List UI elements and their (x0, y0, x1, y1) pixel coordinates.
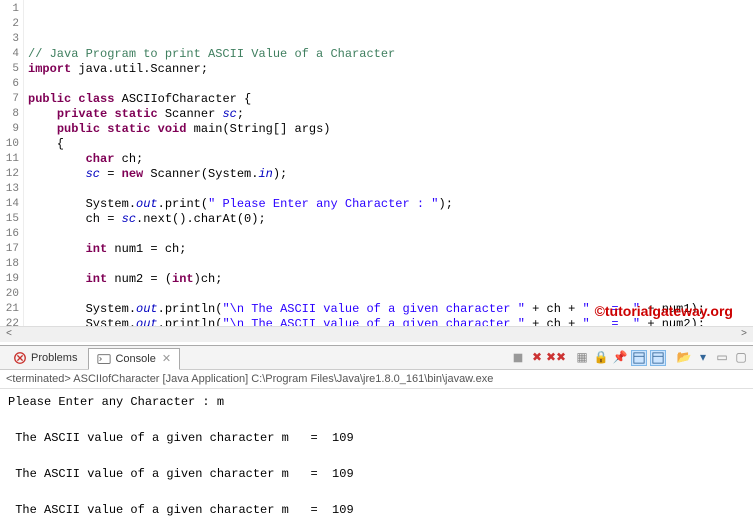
problems-icon (13, 351, 27, 365)
code-line[interactable]: // Java Program to print ASCII Value of … (28, 47, 749, 62)
tab-problems[interactable]: Problems (4, 347, 86, 369)
line-number: 22 (2, 317, 19, 326)
clear-console-button[interactable]: ▦ (574, 350, 590, 366)
line-number: 13 (2, 182, 19, 197)
close-tab-icon[interactable]: ✕ (162, 352, 171, 365)
remove-all-button[interactable]: ✖✖ (548, 350, 564, 366)
line-number: 17 (2, 242, 19, 257)
console-icon (97, 352, 111, 366)
maximize-button[interactable]: ▢ (733, 350, 749, 366)
code-line[interactable]: System.out.println("\n The ASCII value o… (28, 317, 749, 326)
line-number: 9 (2, 122, 19, 137)
show-console-error-button[interactable] (650, 350, 666, 366)
pin-console-button[interactable]: 📌 (612, 350, 628, 366)
line-number: 15 (2, 212, 19, 227)
code-line[interactable] (28, 257, 749, 272)
scroll-lock-button[interactable]: 🔒 (593, 350, 609, 366)
line-number: 5 (2, 62, 19, 77)
code-area[interactable]: 12345678910111213141516171819202122 // J… (0, 0, 753, 326)
terminated-status: <terminated> ASCIIofCharacter [Java Appl… (0, 370, 753, 389)
code-line[interactable] (28, 77, 749, 92)
code-line[interactable]: sc = new Scanner(System.in); (28, 167, 749, 182)
minimize-button[interactable]: ▭ (714, 350, 730, 366)
line-number: 2 (2, 17, 19, 32)
line-number: 3 (2, 32, 19, 47)
code-line[interactable]: System.out.println("\n The ASCII value o… (28, 302, 749, 317)
line-number: 11 (2, 152, 19, 167)
line-number: 14 (2, 197, 19, 212)
open-console-button[interactable]: 📂 (676, 350, 692, 366)
code-line[interactable] (28, 227, 749, 242)
line-number: 8 (2, 107, 19, 122)
tab-console[interactable]: Console ✕ (88, 348, 180, 370)
code-line[interactable] (28, 182, 749, 197)
code-line[interactable]: int num2 = (int)ch; (28, 272, 749, 287)
display-selected-button[interactable]: ▾ (695, 350, 711, 366)
line-number: 4 (2, 47, 19, 62)
show-console-output-button[interactable] (631, 350, 647, 366)
line-number: 16 (2, 227, 19, 242)
line-number: 21 (2, 302, 19, 317)
code-line[interactable]: int num1 = ch; (28, 242, 749, 257)
code-editor-pane: 12345678910111213141516171819202122 // J… (0, 0, 753, 345)
line-number: 19 (2, 272, 19, 287)
bottom-panel: Problems Console ✕ ✖ ✖✖ ▦ 🔒 📌 📂 ▾ ▭ ▢ <t… (0, 345, 753, 509)
tab-console-label: Console (115, 353, 155, 365)
line-number: 6 (2, 77, 19, 92)
code-line[interactable]: { (28, 137, 749, 152)
line-number: 10 (2, 137, 19, 152)
console-output[interactable]: Please Enter any Character : m The ASCII… (0, 389, 753, 523)
scroll-left-icon[interactable]: < (6, 329, 12, 340)
code-line[interactable] (28, 287, 749, 302)
terminate-button[interactable] (510, 350, 526, 366)
console-toolbar: ✖ ✖✖ ▦ 🔒 📌 📂 ▾ ▭ ▢ (510, 350, 749, 366)
code-line[interactable]: import java.util.Scanner; (28, 62, 749, 77)
line-number: 12 (2, 167, 19, 182)
line-number: 20 (2, 287, 19, 302)
code-line[interactable]: public class ASCIIofCharacter { (28, 92, 749, 107)
line-number: 7 (2, 92, 19, 107)
horizontal-scrollbar[interactable]: < > (0, 326, 753, 342)
code-line[interactable]: ch = sc.next().charAt(0); (28, 212, 749, 227)
line-number: 18 (2, 257, 19, 272)
code-line[interactable]: System.out.print(" Please Enter any Char… (28, 197, 749, 212)
code-line[interactable]: private static Scanner sc; (28, 107, 749, 122)
line-number-gutter: 12345678910111213141516171819202122 (0, 0, 24, 326)
code-content[interactable]: // Java Program to print ASCII Value of … (24, 0, 753, 326)
code-line[interactable]: public static void main(String[] args) (28, 122, 749, 137)
code-line[interactable]: char ch; (28, 152, 749, 167)
line-number: 1 (2, 2, 19, 17)
remove-launch-button[interactable]: ✖ (529, 350, 545, 366)
scroll-right-icon[interactable]: > (741, 329, 747, 340)
tab-problems-label: Problems (31, 352, 77, 364)
bottom-tab-bar: Problems Console ✕ ✖ ✖✖ ▦ 🔒 📌 📂 ▾ ▭ ▢ (0, 346, 753, 370)
